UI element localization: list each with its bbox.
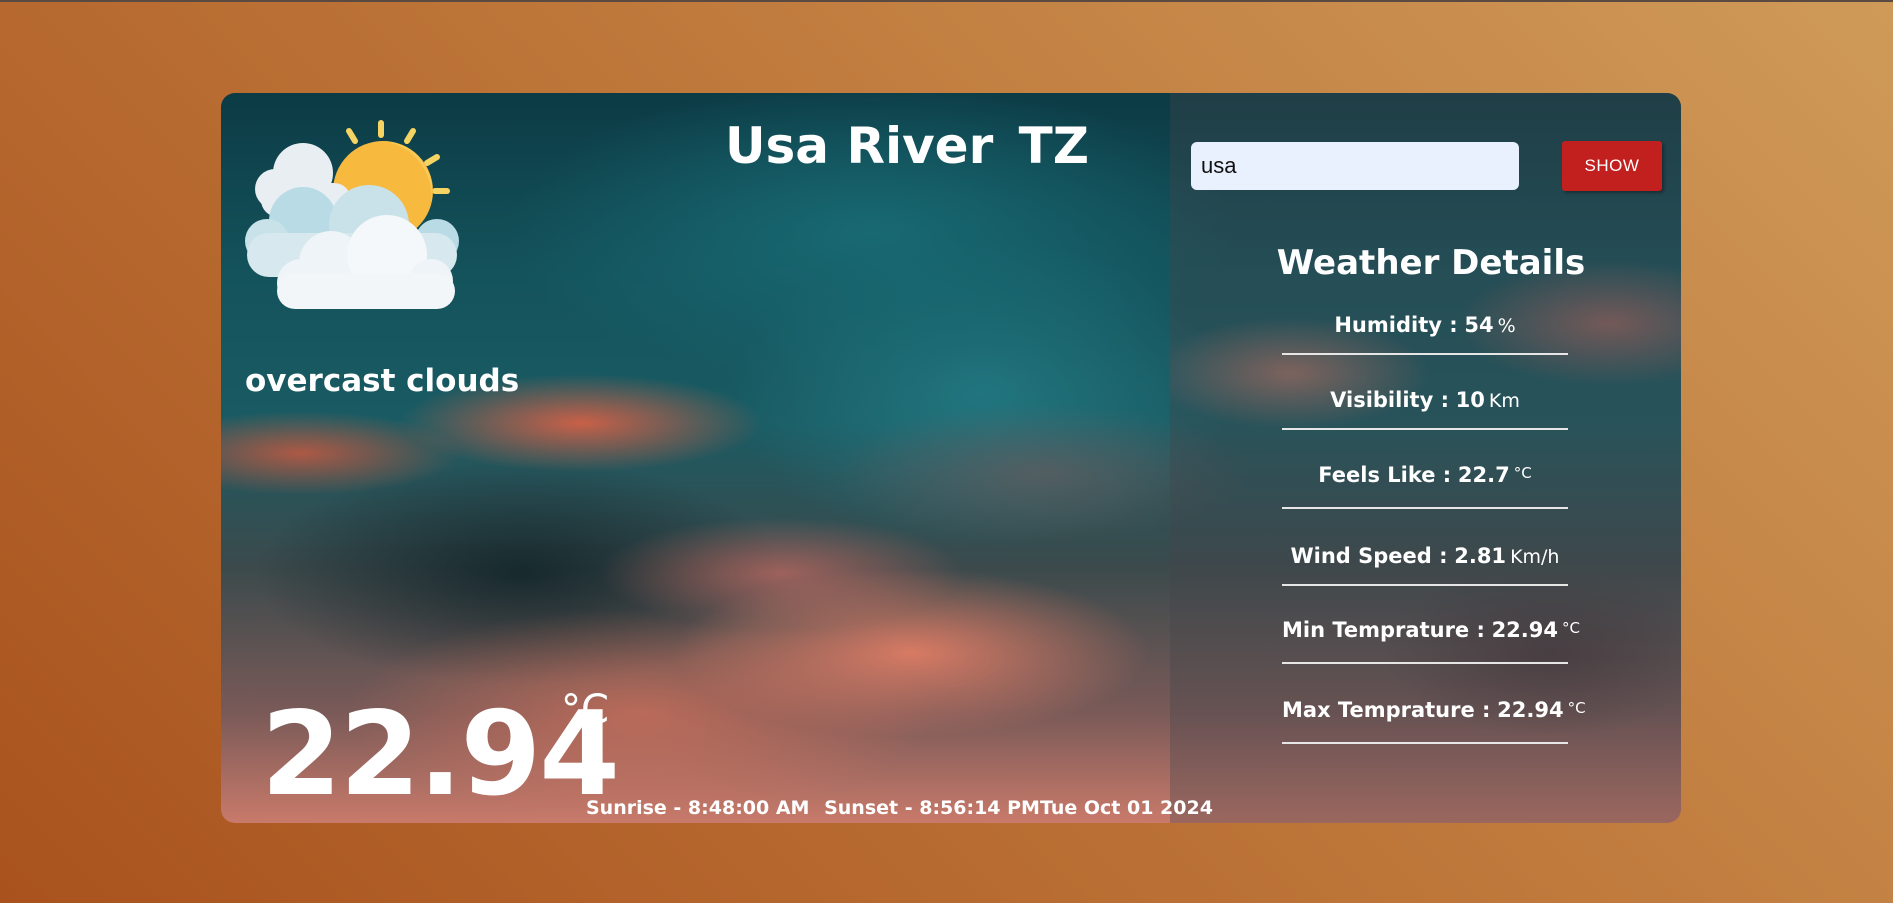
- detail-label: Feels Like :: [1318, 463, 1452, 487]
- detail-unit: Km: [1488, 390, 1520, 412]
- top-border: [0, 0, 1893, 2]
- date-text: Tue Oct 01 2024: [1039, 797, 1213, 819]
- feels-like-row: Feels Like : 22.7 °C: [1282, 457, 1568, 509]
- detail-value: 54: [1464, 313, 1494, 337]
- max-temperature-row: Max Temprature : 22.94 °C: [1282, 692, 1586, 744]
- detail-value: 2.81: [1454, 544, 1507, 568]
- humidity-row: Humidity : 54%: [1282, 307, 1568, 355]
- detail-label: Humidity :: [1334, 313, 1458, 337]
- detail-label: Visibility :: [1330, 388, 1449, 412]
- show-button[interactable]: SHOW: [1562, 141, 1662, 191]
- detail-label: Min Temprature :: [1282, 618, 1485, 642]
- visibility-row: Visibility : 10 Km: [1282, 382, 1568, 430]
- sun-behind-clouds-icon: [245, 120, 459, 309]
- sunset-text: Sunset - 8:56:14 PM: [824, 797, 1040, 819]
- weather-card: Usa River TZ overcast clouds 22.94 °C Su…: [221, 93, 1681, 823]
- sun-times: Sunrise - 8:48:00 AM Sunset - 8:56:14 PM…: [586, 797, 1213, 819]
- temperature-unit: °C: [561, 687, 609, 733]
- detail-unit: °C: [1562, 619, 1580, 637]
- detail-unit: %: [1497, 315, 1516, 337]
- detail-value: 22.7: [1457, 463, 1510, 487]
- sunrise-text: Sunrise - 8:48:00 AM: [586, 797, 810, 819]
- page-title: Usa River TZ: [721, 117, 1101, 175]
- detail-label: Max Temprature :: [1282, 698, 1491, 722]
- min-temperature-row: Min Temprature : 22.94 °C: [1282, 612, 1580, 664]
- detail-unit: °C: [1567, 699, 1586, 717]
- weather-description: overcast clouds: [245, 363, 520, 399]
- city-name: Usa River: [724, 117, 994, 175]
- detail-unit: °C: [1513, 464, 1532, 482]
- country-code: TZ: [1018, 117, 1090, 175]
- detail-label: Wind Speed :: [1290, 544, 1448, 568]
- details-title: Weather Details: [1276, 243, 1586, 283]
- detail-unit: Km/h: [1510, 546, 1560, 568]
- search-input[interactable]: [1191, 142, 1519, 190]
- detail-value: 10: [1455, 388, 1485, 412]
- detail-value: 22.94: [1491, 618, 1558, 642]
- detail-value: 22.94: [1497, 698, 1564, 722]
- wind-speed-row: Wind Speed : 2.81 Km/h: [1282, 538, 1568, 586]
